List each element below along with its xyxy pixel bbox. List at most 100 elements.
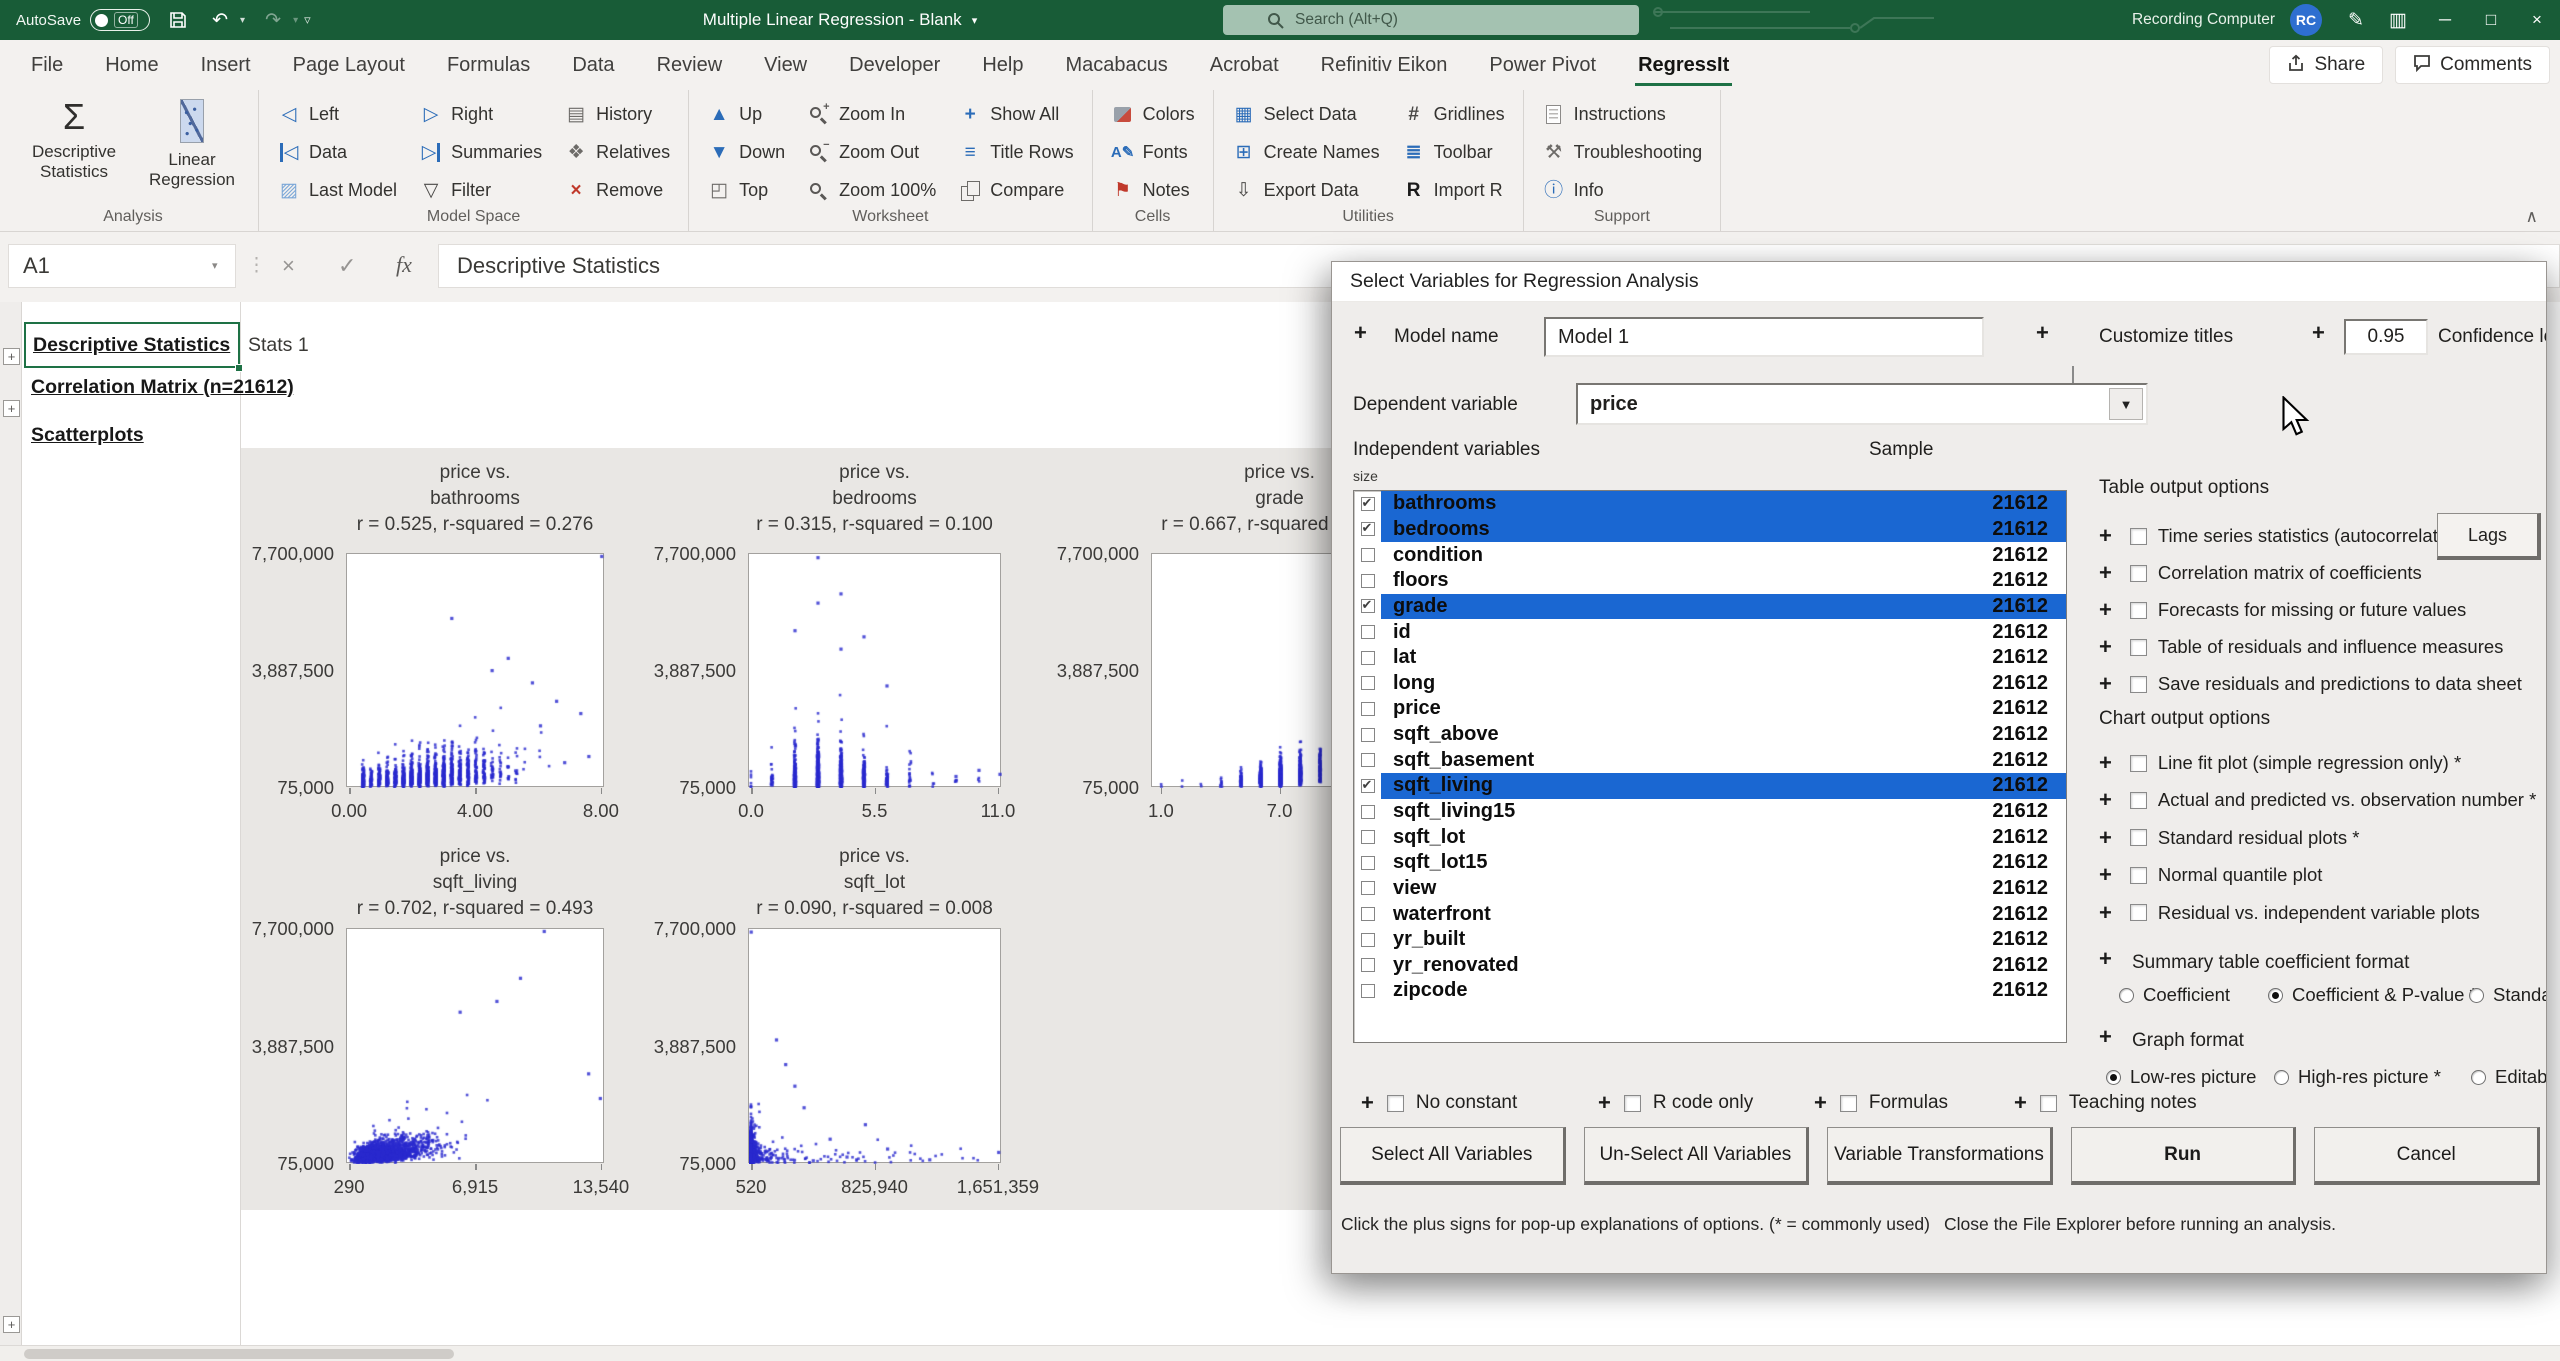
- tab-review[interactable]: Review: [636, 40, 744, 90]
- table-output-checkbox[interactable]: [2130, 528, 2147, 545]
- chart-output-checkbox[interactable]: [2130, 829, 2147, 846]
- outline-expand-button[interactable]: +: [3, 348, 20, 365]
- plus-icon[interactable]: +: [2099, 791, 2112, 809]
- checkbox[interactable]: [2040, 1095, 2057, 1112]
- plus-icon[interactable]: +: [1361, 1094, 1374, 1112]
- check-r-code-only[interactable]: +R code only: [1598, 1092, 1753, 1114]
- graph-format-option-low-res-picture[interactable]: Low-res picture: [2106, 1066, 2256, 1088]
- cell-b1[interactable]: Stats 1: [248, 334, 309, 357]
- plus-icon[interactable]: +: [2036, 324, 2049, 342]
- name-box[interactable]: A1: [8, 244, 236, 288]
- down-button[interactable]: ▼Down: [707, 135, 785, 170]
- undo-caret-icon[interactable]: ▾: [240, 15, 245, 26]
- summary-format-option-coefficient[interactable]: Coefficient: [2119, 984, 2230, 1006]
- variable-row-sqft-living[interactable]: sqft_living21612: [1354, 773, 2066, 799]
- select-data-button[interactable]: ▦Select Data: [1232, 97, 1380, 132]
- summary-format-radio[interactable]: [2469, 988, 2484, 1003]
- zoom-in-button[interactable]: +Zoom In: [807, 97, 936, 132]
- variable-checkbox[interactable]: [1361, 958, 1375, 972]
- scrollbar-thumb[interactable]: [24, 1349, 454, 1359]
- sheet-link-scatterplots[interactable]: Scatterplots: [31, 424, 144, 447]
- ink-pen-icon[interactable]: ✎: [2342, 9, 2370, 32]
- horizontal-scrollbar[interactable]: [0, 1345, 2560, 1361]
- linear-regression-button[interactable]: Linear Regression: [144, 94, 240, 208]
- cancel-button[interactable]: Cancel: [2314, 1127, 2540, 1185]
- autosave-toggle[interactable]: AutoSave Off: [16, 9, 150, 31]
- share-button[interactable]: Share: [2269, 46, 2383, 84]
- descriptive-statistics-button[interactable]: ΣDescriptive Statistics: [26, 94, 122, 208]
- summary-format-radio[interactable]: [2268, 988, 2283, 1003]
- collapse-ribbon-icon[interactable]: ∧: [2526, 207, 2538, 227]
- top-button[interactable]: ◰Top: [707, 173, 785, 208]
- variable-row-grade[interactable]: grade21612: [1354, 594, 2066, 620]
- checkbox[interactable]: [1624, 1095, 1641, 1112]
- fonts-button[interactable]: A✎Fonts: [1111, 135, 1195, 170]
- cancel-entry-icon[interactable]: ×: [282, 253, 295, 279]
- table-output-checkbox[interactable]: [2130, 639, 2147, 656]
- undo-icon[interactable]: ↶: [206, 9, 234, 32]
- tab-regressit[interactable]: RegressIt: [1617, 40, 1750, 90]
- redo-icon[interactable]: ↷: [259, 9, 287, 32]
- independent-variables-list[interactable]: bathrooms21612bedrooms21612condition2161…: [1353, 490, 2067, 1043]
- variable-checkbox[interactable]: [1361, 599, 1375, 613]
- outline-expand-button[interactable]: +: [3, 400, 20, 417]
- variable-checkbox[interactable]: [1361, 574, 1375, 588]
- plus-icon[interactable]: +: [2014, 1094, 2027, 1112]
- variable-checkbox[interactable]: [1361, 497, 1375, 511]
- variable-checkbox[interactable]: [1361, 676, 1375, 690]
- graph-format-option-high-res-picture[interactable]: High-res picture *: [2274, 1066, 2441, 1088]
- table-output-checkbox[interactable]: [2130, 565, 2147, 582]
- variable-checkbox[interactable]: [1361, 830, 1375, 844]
- check-no-constant[interactable]: +No constant: [1361, 1092, 1517, 1114]
- chart-output-checkbox[interactable]: [2130, 792, 2147, 809]
- plus-icon[interactable]: +: [2099, 564, 2112, 582]
- zoom-100-button[interactable]: Zoom 100%: [807, 173, 936, 208]
- variable-row-sqft-living15[interactable]: sqft_living1521612: [1354, 799, 2066, 825]
- variable-checkbox[interactable]: [1361, 651, 1375, 665]
- variable-row-floors[interactable]: floors21612: [1354, 568, 2066, 594]
- variable-row-price[interactable]: price21612: [1354, 696, 2066, 722]
- maximize-button[interactable]: □: [2468, 0, 2514, 40]
- check-formulas[interactable]: +Formulas: [1814, 1092, 1948, 1114]
- gridlines-button[interactable]: #Gridlines: [1402, 97, 1505, 132]
- variable-row-bathrooms[interactable]: bathrooms21612: [1354, 491, 2066, 517]
- sheet-link-correlation-matrix[interactable]: Correlation Matrix (n=21612): [31, 376, 294, 399]
- compare-button[interactable]: Compare: [958, 173, 1073, 208]
- comments-button[interactable]: Comments: [2395, 46, 2550, 84]
- up-button[interactable]: ▲Up: [707, 97, 785, 132]
- plus-icon[interactable]: +: [2099, 829, 2112, 847]
- avatar[interactable]: RC: [2290, 4, 2322, 36]
- table-output-checkbox[interactable]: [2130, 602, 2147, 619]
- plus-icon[interactable]: +: [2099, 866, 2112, 884]
- data-button[interactable]: ◁Data: [277, 135, 397, 170]
- variable-checkbox[interactable]: [1361, 984, 1375, 998]
- last-model-button[interactable]: ▨Last Model: [277, 173, 397, 208]
- dependent-variable-dropdown[interactable]: price ▼: [1576, 383, 2148, 425]
- variable-row-long[interactable]: long21612: [1354, 670, 2066, 696]
- close-button[interactable]: ×: [2514, 0, 2560, 40]
- import-r-button[interactable]: RImport R: [1402, 173, 1505, 208]
- run-button[interactable]: Run: [2071, 1127, 2297, 1185]
- confirm-entry-icon[interactable]: ✓: [338, 253, 356, 279]
- variable-row-sqft-above[interactable]: sqft_above21612: [1354, 722, 2066, 748]
- plus-icon[interactable]: +: [2099, 601, 2112, 619]
- tab-data[interactable]: Data: [551, 40, 635, 90]
- chevron-down-icon[interactable]: ▼: [2109, 388, 2143, 420]
- tab-developer[interactable]: Developer: [828, 40, 961, 90]
- notes-button[interactable]: ⚑Notes: [1111, 173, 1195, 208]
- variable-row-zipcode[interactable]: zipcode21612: [1354, 978, 2066, 1004]
- plus-icon[interactable]: +: [1354, 324, 1367, 342]
- variable-checkbox[interactable]: [1361, 856, 1375, 870]
- variable-row-waterfront[interactable]: waterfront21612: [1354, 901, 2066, 927]
- variable-checkbox[interactable]: [1361, 625, 1375, 639]
- remove-button[interactable]: ×Remove: [564, 173, 670, 208]
- instructions-button[interactable]: Instructions: [1542, 97, 1702, 132]
- fill-handle[interactable]: [235, 364, 243, 372]
- ribbon-display-options-icon[interactable]: ▥: [2384, 9, 2412, 32]
- variable-checkbox[interactable]: [1361, 933, 1375, 947]
- tab-macabacus[interactable]: Macabacus: [1044, 40, 1188, 90]
- tab-power-pivot[interactable]: Power Pivot: [1468, 40, 1617, 90]
- variable-checkbox[interactable]: [1361, 805, 1375, 819]
- info-button[interactable]: ⓘInfo: [1542, 173, 1702, 208]
- un-select-all-variables-button[interactable]: Un-Select All Variables: [1584, 1127, 1810, 1185]
